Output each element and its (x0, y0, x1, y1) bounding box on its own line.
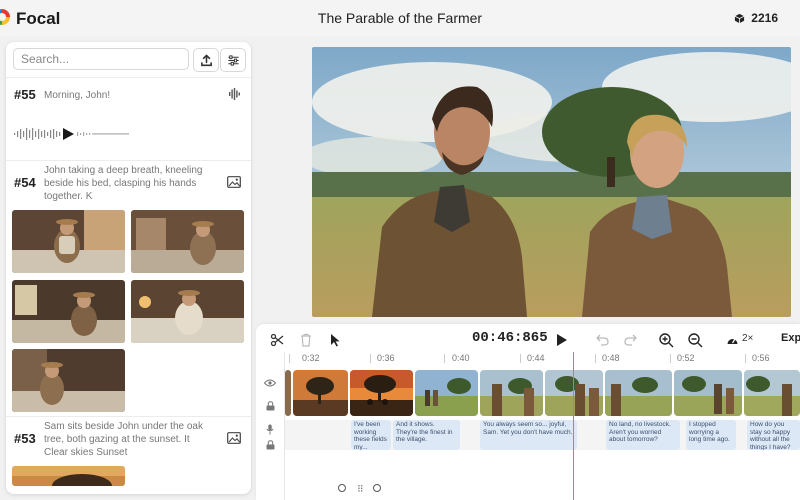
caption-clip[interactable]: No land, no livestock. Aren't you worrie… (606, 420, 680, 450)
sliders-icon (227, 54, 239, 66)
filter-button[interactable] (220, 48, 246, 72)
eye-icon[interactable] (263, 377, 277, 389)
credits-value: 2216 (751, 11, 778, 25)
ruler-label: 0:44 (527, 353, 545, 363)
cursor-icon[interactable] (327, 332, 343, 348)
upload-icon (200, 54, 212, 66)
video-clip[interactable] (350, 370, 413, 416)
ruler-label: 0:40 (452, 353, 470, 363)
scene-number: #54 (14, 175, 36, 190)
video-clip[interactable] (744, 370, 800, 416)
video-clip[interactable] (674, 370, 742, 416)
microphone-icon[interactable] (263, 423, 277, 435)
lock-icon[interactable] (263, 400, 277, 412)
caption-clip[interactable]: You always seem so... joyful, Sam. Yet y… (480, 420, 577, 450)
scene-thumbnail[interactable] (12, 349, 125, 412)
scene-text: Sam sits beside John under the oak tree,… (44, 421, 203, 458)
ruler-tick (444, 354, 445, 363)
scroll-handle-left[interactable] (338, 484, 346, 492)
ruler-tick (595, 354, 596, 363)
caption-clip[interactable]: I stopped worrying a long time ago. (686, 420, 736, 450)
ruler-label: 0:48 (602, 353, 620, 363)
video-track (285, 370, 800, 416)
video-clip[interactable] (480, 370, 543, 416)
scene-thumbnail[interactable] (131, 280, 244, 343)
scene-text: John taking a deep breath, kneeling besi… (44, 165, 203, 202)
video-clip[interactable] (285, 370, 291, 416)
caption-clip[interactable]: And it shows. They're the finest in the … (393, 420, 460, 450)
speedometer-icon[interactable] (724, 332, 740, 348)
app-header: Focal The Parable of the Farmer 2216 (0, 0, 800, 36)
video-clip[interactable] (415, 370, 478, 416)
scene-thumbnail[interactable] (12, 466, 125, 486)
ruler-label: 0:36 (377, 353, 395, 363)
scene-thumbnail[interactable] (12, 210, 125, 273)
caption-clip[interactable]: I've been working these fields my... (351, 420, 391, 450)
image-icon (227, 432, 241, 444)
divider (6, 416, 251, 417)
ruler-label: 0:52 (677, 353, 695, 363)
credits-counter[interactable]: 2216 (734, 11, 778, 25)
zoom-out-icon[interactable] (686, 331, 704, 349)
audio-waveform[interactable] (14, 126, 129, 142)
scroll-handle-right[interactable] (373, 484, 381, 492)
scene-number: #53 (14, 431, 36, 446)
ruler-tick (370, 354, 371, 363)
ruler-tick (670, 354, 671, 363)
cube-icon (735, 13, 745, 23)
play-button[interactable] (554, 331, 570, 349)
video-clip[interactable] (605, 370, 672, 416)
ruler-tick (289, 354, 290, 363)
timeline-panel: 00:46:865 2× Exp 0:32 0:36 0:40 0:44 0:4… (256, 324, 800, 500)
time-ruler[interactable]: 0:32 0:36 0:40 0:44 0:48 0:52 0:56 (284, 352, 800, 366)
scissors-icon[interactable] (269, 332, 285, 348)
video-clip[interactable] (293, 370, 348, 416)
video-clip[interactable] (545, 370, 603, 416)
ruler-tick (520, 354, 521, 363)
ruler-tick (745, 354, 746, 363)
audio-wave-icon (229, 88, 240, 100)
ruler-label: 0:32 (302, 353, 320, 363)
divider (6, 160, 251, 161)
scene-sidebar: #55 Morning, John! #54 John taking a dee… (6, 42, 251, 494)
grip-icon[interactable]: ⠿ (357, 484, 364, 495)
scene-thumbnail[interactable] (12, 280, 125, 343)
undo-icon[interactable] (594, 332, 610, 348)
project-title[interactable]: The Parable of the Farmer (0, 10, 800, 26)
upload-button[interactable] (193, 48, 219, 72)
caption-clip[interactable]: How do you stay so happy without all the… (747, 420, 800, 450)
scene-thumbnail[interactable] (131, 210, 244, 273)
zoom-in-icon[interactable] (657, 331, 675, 349)
scene-number: #55 (14, 87, 36, 102)
image-icon (227, 176, 241, 188)
divider (6, 77, 251, 78)
scene-text: Morning, John! (44, 90, 111, 101)
video-preview[interactable] (312, 47, 791, 317)
export-button[interactable]: Exp (781, 332, 800, 344)
timecode: 00:46:865 (472, 330, 548, 346)
playback-speed[interactable]: 2× (742, 333, 753, 344)
audio-track: I've been working these fields my... And… (285, 420, 800, 450)
search-input[interactable] (13, 48, 189, 70)
playhead[interactable] (573, 352, 574, 500)
trash-icon[interactable] (298, 332, 314, 348)
lock-icon[interactable] (263, 439, 277, 451)
redo-icon[interactable] (622, 332, 638, 348)
ruler-label: 0:56 (752, 353, 770, 363)
